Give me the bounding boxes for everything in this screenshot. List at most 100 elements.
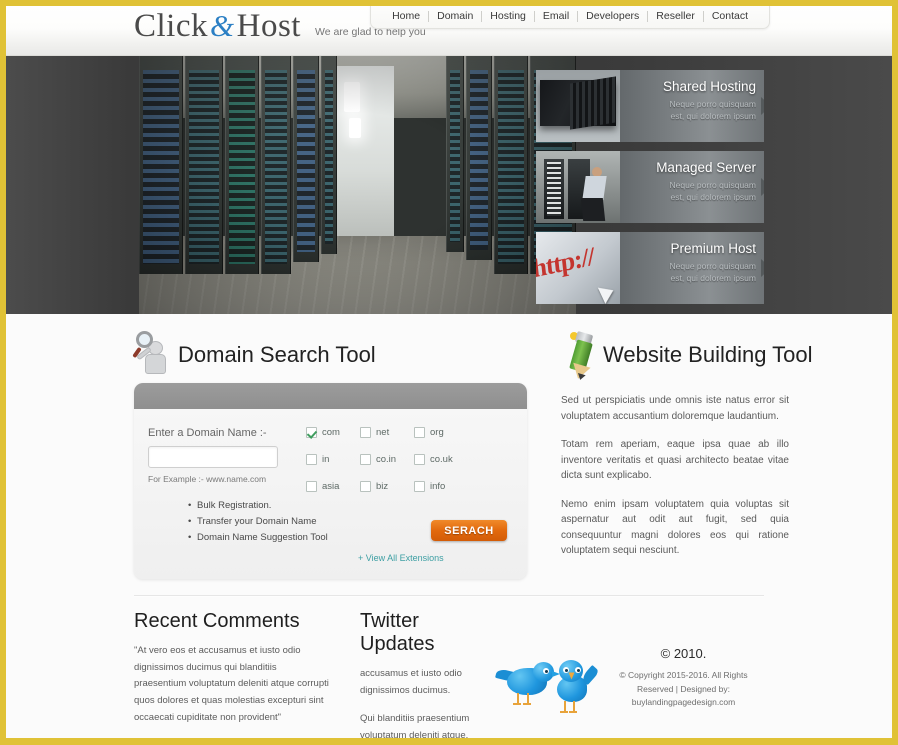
twitter-birds-column xyxy=(495,610,603,738)
extension-option-net[interactable]: net xyxy=(360,427,414,438)
twitter-post: Qui blanditiis praesentium voluptatum de… xyxy=(360,713,470,741)
magnifier-mascot-icon xyxy=(132,329,178,381)
datacenter-photo xyxy=(139,56,576,314)
promo-card-premium-host[interactable]: http:// Premium Host Neque porro quisqua… xyxy=(536,232,764,304)
nav-item-reseller[interactable]: Reseller xyxy=(648,10,703,22)
domain-search-panel: Enter a Domain Name :- For Example :- ww… xyxy=(134,383,527,579)
promo-title: Managed Server xyxy=(656,160,756,175)
extension-option-in[interactable]: in xyxy=(306,454,360,465)
copyright-text: © Copyright 2015-2016. All Rights Reserv… xyxy=(619,670,748,708)
extension-option-info[interactable]: info xyxy=(414,481,474,492)
nav-item-developers[interactable]: Developers xyxy=(578,10,647,22)
nav-item-contact[interactable]: Contact xyxy=(704,10,756,22)
logo-ampersand-icon: & xyxy=(210,8,235,43)
hero-promo-list: Shared Hosting Neque porro quisquam est,… xyxy=(536,70,764,313)
extension-checkbox-grid: com net org in co.in co.uk asia biz info xyxy=(306,427,513,492)
checkbox-org[interactable] xyxy=(414,427,425,438)
website-tool-paragraph: Totam rem aperiam, eaque ipsa quae ab il… xyxy=(561,439,789,481)
panel-body: Enter a Domain Name :- For Example :- ww… xyxy=(134,409,527,579)
website-tool-heading: Website Building Tool xyxy=(561,327,813,383)
extension-option-co-in[interactable]: co.in xyxy=(360,454,414,465)
promo-card-body: Managed Server Neque porro quisquam est,… xyxy=(620,151,764,223)
twitter-updates-title: Twitter Updates xyxy=(360,610,435,655)
logo-word-host: Host xyxy=(236,8,301,44)
promo-subtitle-line2: est, qui dolorem ipsum xyxy=(670,273,756,284)
link-domain-suggestion-tool[interactable]: Domain Name Suggestion Tool xyxy=(188,532,328,543)
extension-option-asia[interactable]: asia xyxy=(306,481,360,492)
website-tool-paragraph: Sed ut perspiciatis unde omnis iste natu… xyxy=(561,395,789,422)
http-url-image: http:// xyxy=(536,232,620,304)
checkbox-com[interactable] xyxy=(306,427,317,438)
extension-label: in xyxy=(322,454,330,465)
recent-comments-body: "At vero eos et accusamus et iusto odio … xyxy=(134,645,329,723)
server-rack xyxy=(185,56,223,274)
promo-arrow-icon xyxy=(761,97,764,115)
website-tool-title: Website Building Tool xyxy=(603,342,813,367)
promo-subtitle-line1: Neque porro quisquam xyxy=(669,99,756,109)
promo-subtitle-line2: est, qui dolorem ipsum xyxy=(670,111,756,122)
checkbox-info[interactable] xyxy=(414,481,425,492)
checkbox-in[interactable] xyxy=(306,454,317,465)
nav-item-email[interactable]: Email xyxy=(535,10,577,22)
footer-copyright-block: © 2010. © Copyright 2015-2016. All Right… xyxy=(603,610,764,738)
link-bulk-registration[interactable]: Bulk Registration. xyxy=(188,500,300,511)
server-rack xyxy=(225,56,259,274)
extension-option-org[interactable]: org xyxy=(414,427,474,438)
server-rack-image xyxy=(536,70,620,142)
promo-card-shared-hosting[interactable]: Shared Hosting Neque porro quisquam est,… xyxy=(536,70,764,142)
promo-title: Shared Hosting xyxy=(662,79,756,94)
checkbox-co-in[interactable] xyxy=(360,454,371,465)
extension-option-com[interactable]: com xyxy=(306,427,360,438)
domain-quick-links: Bulk Registration. Transfer your Domain … xyxy=(148,500,328,543)
extension-option-biz[interactable]: biz xyxy=(360,481,414,492)
panel-left-column: Enter a Domain Name :- For Example :- ww… xyxy=(148,427,328,559)
nav-item-home[interactable]: Home xyxy=(384,10,428,22)
nav-item-hosting[interactable]: Hosting xyxy=(482,10,534,22)
extension-label: asia xyxy=(322,481,340,492)
panel-title-bar xyxy=(134,383,527,409)
domain-tool-heading: Domain Search Tool xyxy=(132,327,527,383)
server-rack xyxy=(321,56,337,254)
hero-banner: Shared Hosting Neque porro quisquam est,… xyxy=(6,56,892,314)
ceiling-lamp xyxy=(344,82,361,112)
link-transfer-domain[interactable]: Transfer your Domain Name xyxy=(188,516,317,527)
copyright-year: © 2010. xyxy=(660,646,707,661)
extension-label: net xyxy=(376,427,390,438)
search-button[interactable]: SERACH xyxy=(431,520,507,541)
ceiling-lamp xyxy=(348,118,361,138)
server-rack xyxy=(446,56,464,252)
server-rack xyxy=(494,56,528,274)
extension-label: biz xyxy=(376,481,389,492)
promo-card-managed-server[interactable]: Managed Server Neque porro quisquam est,… xyxy=(536,151,764,223)
recent-comments-title: Recent Comments xyxy=(134,610,300,632)
view-all-extensions-link[interactable]: + View All Extensions xyxy=(358,553,444,563)
extension-option-co-uk[interactable]: co.uk xyxy=(414,454,474,465)
server-rack xyxy=(466,56,492,260)
checkbox-biz[interactable] xyxy=(360,481,371,492)
server-rack xyxy=(261,56,291,274)
server-rack xyxy=(139,56,183,274)
site-header: Click&Host We are glad to help you Home … xyxy=(6,6,892,56)
promo-arrow-icon xyxy=(761,178,764,196)
domain-search-section: Domain Search Tool Enter a Domain Name :… xyxy=(132,327,527,579)
promo-title: Premium Host xyxy=(670,241,756,256)
extension-label: com xyxy=(322,427,340,438)
nav-item-domain[interactable]: Domain xyxy=(429,10,481,22)
twitter-updates-column: Twitter Updates accusamus et iusto odio … xyxy=(360,610,495,741)
logo-word-click: Click xyxy=(134,8,208,44)
checkbox-net[interactable] xyxy=(360,427,371,438)
promo-arrow-icon xyxy=(761,259,764,277)
promo-card-body: Premium Host Neque porro quisquam est, q… xyxy=(620,232,764,304)
checkbox-asia[interactable] xyxy=(306,481,317,492)
domain-input-label: Enter a Domain Name :- xyxy=(148,427,267,439)
main-navigation: Home Domain Hosting Email Developers Res… xyxy=(370,6,770,29)
checkbox-co-uk[interactable] xyxy=(414,454,425,465)
domain-search-input[interactable] xyxy=(148,446,278,468)
server-rack xyxy=(293,56,319,262)
twitter-birds-icon xyxy=(495,648,600,714)
logo-text: Click&Host xyxy=(134,10,301,43)
domain-tool-title: Domain Search Tool xyxy=(178,342,376,367)
extension-label: org xyxy=(430,427,444,438)
promo-subtitle-line1: Neque porro quisquam xyxy=(669,261,756,271)
website-tool-paragraph: Nemo enim ipsam voluptatem quia voluptas… xyxy=(561,498,789,557)
